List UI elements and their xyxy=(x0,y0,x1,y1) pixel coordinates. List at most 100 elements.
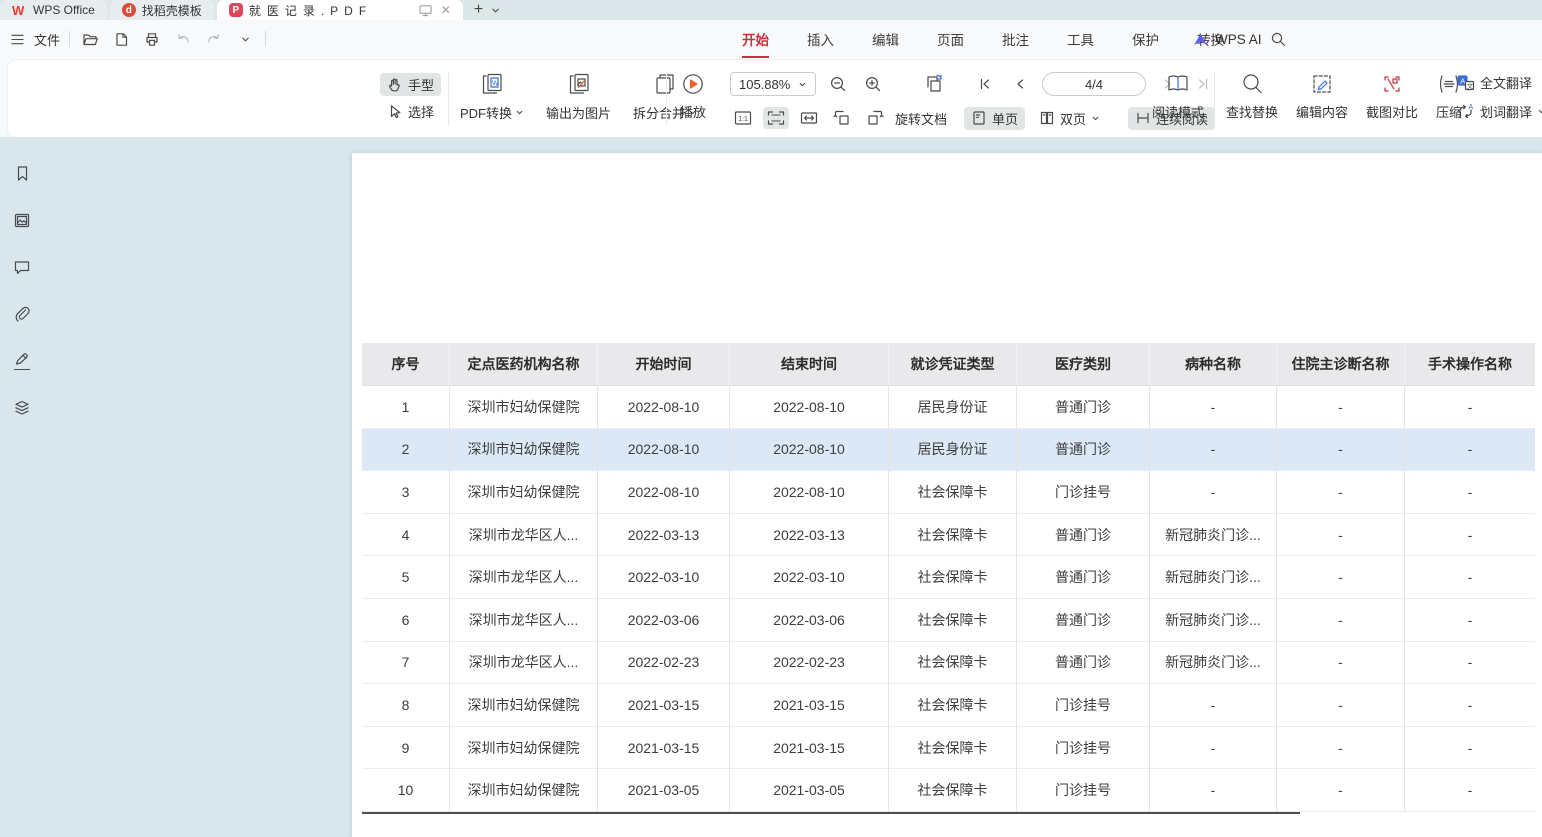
first-page-button[interactable] xyxy=(972,73,998,95)
zoom-level-dropdown[interactable]: 105.88% xyxy=(730,72,816,96)
menu-tab-页面[interactable]: 页面 xyxy=(931,27,970,51)
word-translate-button[interactable]: xA 划词翻译 xyxy=(1456,102,1542,121)
actual-size-button[interactable]: 1:1 xyxy=(730,107,756,129)
rotate-left-button[interactable] xyxy=(829,107,855,129)
full-translate-label: 全文翻译 xyxy=(1480,73,1532,92)
table-cell: 居民身份证 xyxy=(889,429,1017,472)
undo-button[interactable] xyxy=(172,28,194,50)
edit-content-button[interactable]: 编辑内容 xyxy=(1296,72,1348,121)
find-replace-button[interactable]: 查找替换 xyxy=(1226,72,1278,121)
redo-button[interactable] xyxy=(203,28,225,50)
table-cell: 2021-03-15 xyxy=(730,684,889,727)
thumbnail-icon[interactable] xyxy=(10,208,34,232)
table-cell: 2022-08-10 xyxy=(598,471,730,514)
svg-text:文: 文 xyxy=(1467,81,1474,90)
tab-wps-office[interactable]: W WPS Office xyxy=(0,0,107,20)
attachment-icon[interactable] xyxy=(10,302,34,326)
menu-tab-批注[interactable]: 批注 xyxy=(996,27,1035,51)
table-row: 2深圳市妇幼保健院2022-08-102022-08-10居民身份证普通门诊--… xyxy=(362,429,1535,472)
wps-ai-menu[interactable]: WPS AI xyxy=(1215,32,1262,47)
table-cell: 社会保障卡 xyxy=(889,514,1017,557)
pdf-convert-button[interactable]: W PDF转换 xyxy=(460,72,524,122)
table-cell: 门诊挂号 xyxy=(1017,727,1150,770)
table-cell: 2021-03-05 xyxy=(730,769,889,812)
rotate-right-button[interactable] xyxy=(862,107,888,129)
save-button[interactable] xyxy=(110,28,132,50)
file-menu[interactable]: 文件 xyxy=(34,30,60,49)
wps-ai-icon xyxy=(1192,32,1209,47)
play-button[interactable]: 播放 xyxy=(680,72,706,121)
table-cell: 社会保障卡 xyxy=(889,471,1017,514)
select-tool-label: 选择 xyxy=(408,102,434,121)
table-cell: 深圳市龙华区人... xyxy=(450,642,598,685)
table-cell: - xyxy=(1277,514,1405,557)
tab-label: 就医记录.PDF xyxy=(249,2,372,19)
tab-list-chevron-icon[interactable] xyxy=(491,6,500,15)
replace-pages-button[interactable] xyxy=(921,73,947,95)
hamburger-icon[interactable] xyxy=(10,33,25,46)
search-icon[interactable] xyxy=(1270,31,1287,48)
wps-logo-icon: W xyxy=(12,4,27,17)
ribbon-menus: 开始插入编辑页面批注工具保护转换 xyxy=(736,20,1230,58)
layers-icon[interactable] xyxy=(10,396,34,420)
menu-tab-工具[interactable]: 工具 xyxy=(1061,27,1100,51)
menu-tab-编辑[interactable]: 编辑 xyxy=(866,27,905,51)
screenshot-compare-button[interactable]: 截图对比 xyxy=(1366,72,1418,121)
page-indicator[interactable]: 4/4 xyxy=(1042,72,1146,96)
print-button[interactable] xyxy=(141,28,163,50)
fit-page-button[interactable] xyxy=(763,107,789,129)
new-tab-button[interactable]: + xyxy=(474,1,483,19)
zoom-out-button[interactable] xyxy=(825,73,851,95)
close-tab-icon[interactable]: ✕ xyxy=(441,3,451,17)
table-cell: 新冠肺炎门诊... xyxy=(1150,599,1277,642)
table-cell: - xyxy=(1150,684,1277,727)
table-cell: 社会保障卡 xyxy=(889,599,1017,642)
fit-width-button[interactable] xyxy=(796,107,822,129)
wps-pdf-app: W WPS Office d 找稻壳模板 P 就医记录.PDF ✕ + 文件 xyxy=(0,0,1542,837)
hand-tool-button[interactable]: 手型 xyxy=(380,73,441,96)
zoom-in-button[interactable] xyxy=(860,73,886,95)
single-page-label: 单页 xyxy=(992,109,1018,128)
table-cell: - xyxy=(1277,429,1405,472)
hand-icon xyxy=(387,77,403,93)
find-replace-icon xyxy=(1240,72,1264,96)
table-cell: - xyxy=(1150,386,1277,429)
read-mode-button[interactable]: 阅读模式 xyxy=(1152,72,1204,121)
table-row: 7深圳市龙华区人...2022-02-232022-02-23社会保障卡普通门诊… xyxy=(362,642,1535,685)
table-header-cell: 就诊凭证类型 xyxy=(889,343,1017,386)
open-file-button[interactable] xyxy=(79,28,101,50)
tab-document-pdf[interactable]: P 就医记录.PDF ✕ xyxy=(217,0,463,20)
bookmark-icon[interactable] xyxy=(10,161,34,185)
tab-docer-templates[interactable]: d 找稻壳模板 xyxy=(110,0,214,20)
table-cell: 2022-08-10 xyxy=(730,386,889,429)
pdf-page[interactable]: 序号定点医药机构名称开始时间结束时间就诊凭证类型医疗类别病种名称住院主诊断名称手… xyxy=(352,153,1542,837)
table-cell: 4 xyxy=(362,514,450,557)
comment-icon[interactable] xyxy=(10,255,34,279)
table-header-cell: 住院主诊断名称 xyxy=(1277,343,1405,386)
table-cell: 新冠肺炎门诊... xyxy=(1150,514,1277,557)
table-cell: 普通门诊 xyxy=(1017,514,1150,557)
screen-share-icon[interactable] xyxy=(418,4,433,17)
single-page-button[interactable]: 单页 xyxy=(964,107,1025,130)
table-cell: - xyxy=(1277,642,1405,685)
table-cell: - xyxy=(1405,727,1535,770)
rotate-document-label[interactable]: 旋转文档 xyxy=(895,109,947,128)
menu-tab-插入[interactable]: 插入 xyxy=(801,27,840,51)
export-as-image-button[interactable]: 输出为图片 xyxy=(546,72,611,122)
export-image-icon xyxy=(566,72,592,97)
double-page-label: 双页 xyxy=(1060,109,1086,128)
select-tool-button[interactable]: 选择 xyxy=(380,100,441,123)
annotate-pen-icon[interactable] xyxy=(10,349,34,373)
chevron-down-icon xyxy=(798,80,807,89)
table-cell: 深圳市妇幼保健院 xyxy=(450,684,598,727)
menu-tab-开始[interactable]: 开始 xyxy=(736,27,775,51)
previous-page-button[interactable] xyxy=(1007,73,1033,95)
table-cell: 社会保障卡 xyxy=(889,769,1017,812)
quick-access-chevron-icon[interactable] xyxy=(234,28,256,50)
table-cell: - xyxy=(1150,429,1277,472)
table-cell: 2022-03-06 xyxy=(598,599,730,642)
zoom-level-value: 105.88% xyxy=(739,77,790,92)
menu-tab-保护[interactable]: 保护 xyxy=(1126,27,1165,51)
full-text-translate-button[interactable]: A 文 全文翻译 xyxy=(1456,73,1542,92)
double-page-button[interactable]: 双页 xyxy=(1032,107,1107,130)
